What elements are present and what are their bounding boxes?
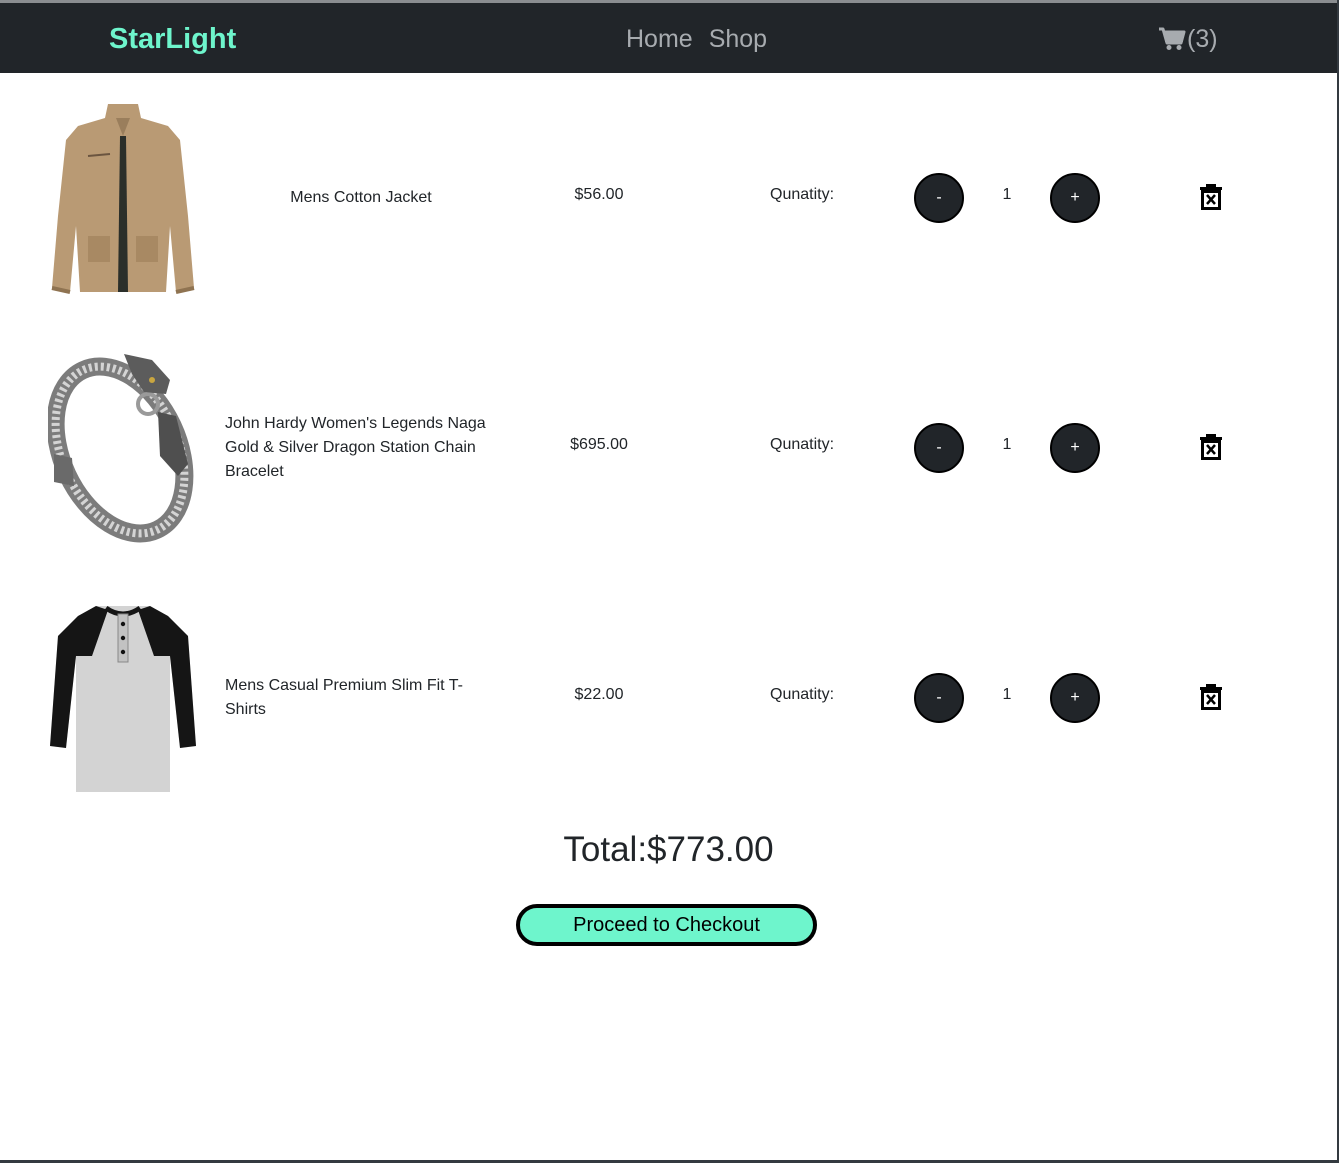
- brand-logo[interactable]: StarLight: [109, 21, 236, 57]
- quantity-value: 1: [1002, 686, 1012, 703]
- product-price: $56.00: [574, 186, 624, 203]
- tshirt-image: [50, 605, 196, 792]
- decrease-quantity-button[interactable]: -: [914, 673, 964, 723]
- checkout-button[interactable]: Proceed to Checkout: [516, 904, 817, 946]
- trash-icon[interactable]: [1199, 184, 1223, 210]
- trash-icon[interactable]: [1199, 434, 1223, 460]
- nav-home-link[interactable]: Home: [626, 21, 693, 57]
- product-price: $695.00: [570, 436, 628, 453]
- bracelet-image: [48, 354, 194, 543]
- quantity-label: Qunatity:: [770, 436, 835, 453]
- increase-quantity-button[interactable]: +: [1050, 173, 1100, 223]
- cart-total: Total:$773.00: [563, 830, 774, 869]
- product-price: $22.00: [574, 686, 624, 703]
- product-name: Mens Casual Premium Slim Fit T-Shirts: [225, 677, 463, 718]
- cart-count: (3): [1187, 25, 1218, 53]
- product-name: Mens Cotton Jacket: [290, 189, 432, 206]
- cart-button[interactable]: (3): [1158, 21, 1218, 57]
- top-navbar: StarLight Home Shop (3): [0, 3, 1337, 73]
- product-name: John Hardy Women's Legends Naga Gold & S…: [225, 415, 486, 480]
- quantity-label: Qunatity:: [770, 686, 835, 703]
- quantity-value: 1: [1002, 436, 1012, 453]
- cart-item-row: Mens Casual Premium Slim Fit T-Shirts $2…: [0, 588, 1337, 808]
- quantity-value: 1: [1002, 186, 1012, 203]
- increase-quantity-button[interactable]: +: [1050, 423, 1100, 473]
- quantity-label: Qunatity:: [770, 186, 835, 203]
- cart-item-row: John Hardy Women's Legends Naga Gold & S…: [0, 338, 1337, 558]
- jacket-image: [51, 104, 195, 294]
- nav-shop-link[interactable]: Shop: [709, 21, 767, 57]
- cart-icon: [1159, 27, 1186, 50]
- trash-icon[interactable]: [1199, 684, 1223, 710]
- decrease-quantity-button[interactable]: -: [914, 423, 964, 473]
- nav-links: Home Shop: [626, 21, 767, 57]
- increase-quantity-button[interactable]: +: [1050, 673, 1100, 723]
- decrease-quantity-button[interactable]: -: [914, 173, 964, 223]
- cart-item-row: Mens Cotton Jacket $56.00 Qunatity: - 1 …: [0, 88, 1337, 308]
